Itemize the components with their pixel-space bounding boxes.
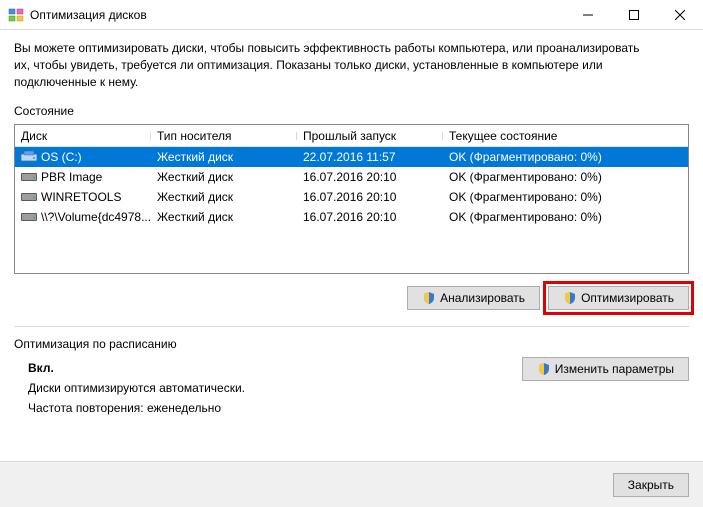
cell-last-run: 16.07.2016 20:10	[297, 170, 443, 184]
drive-table: Диск Тип носителя Прошлый запуск Текущее…	[14, 124, 689, 274]
optimize-button[interactable]: Оптимизировать	[548, 286, 689, 310]
table-header: Диск Тип носителя Прошлый запуск Текущее…	[15, 125, 688, 147]
cell-last-run: 16.07.2016 20:10	[297, 210, 443, 224]
app-icon	[8, 7, 24, 23]
status-section-label: Состояние	[14, 104, 689, 118]
cell-status: OK (Фрагментировано: 0%)	[443, 210, 688, 224]
table-row[interactable]: PBR Image Жесткий диск16.07.2016 20:10OK …	[15, 167, 688, 187]
shield-icon	[563, 291, 577, 305]
change-params-button[interactable]: Изменить параметры	[522, 357, 689, 381]
cell-disk: PBR Image	[15, 170, 151, 184]
schedule-freq: Частота повторения: еженедельно	[28, 401, 245, 415]
schedule-info: Вкл. Диски оптимизируются автоматически.…	[14, 361, 245, 421]
hdd-icon	[21, 211, 37, 223]
bottom-bar: Закрыть	[0, 461, 703, 507]
hdd-icon	[21, 191, 37, 203]
minimize-button[interactable]	[565, 0, 611, 29]
intro-text: Вы можете оптимизировать диски, чтобы по…	[14, 40, 689, 90]
shield-icon	[422, 291, 436, 305]
shield-icon	[537, 362, 551, 376]
column-media[interactable]: Тип носителя	[151, 129, 297, 143]
table-row[interactable]: \\?\Volume{dc4978...Жесткий диск16.07.20…	[15, 207, 688, 227]
maximize-button[interactable]	[611, 0, 657, 29]
os-drive-icon	[21, 151, 37, 163]
column-disk[interactable]: Диск	[15, 129, 151, 143]
disk-name: WINRETOOLS	[41, 190, 121, 204]
intro-line: Вы можете оптимизировать диски, чтобы по…	[14, 40, 689, 57]
titlebar: Оптимизация дисков	[0, 0, 703, 30]
hdd-icon	[21, 171, 37, 183]
cell-disk: WINRETOOLS	[15, 190, 151, 204]
table-row[interactable]: OS (C:) Жесткий диск22.07.2016 11:57OK (Ф…	[15, 147, 688, 167]
column-last-run[interactable]: Прошлый запуск	[297, 129, 443, 143]
change-params-label: Изменить параметры	[555, 362, 674, 376]
cell-media: Жесткий диск	[151, 190, 297, 204]
schedule-desc: Диски оптимизируются автоматически.	[28, 381, 245, 395]
window-title: Оптимизация дисков	[30, 8, 565, 22]
cell-last-run: 22.07.2016 11:57	[297, 150, 443, 164]
cell-last-run: 16.07.2016 20:10	[297, 190, 443, 204]
analyze-button-label: Анализировать	[440, 291, 525, 305]
cell-status: OK (Фрагментировано: 0%)	[443, 170, 688, 184]
cell-disk: OS (C:)	[15, 150, 151, 164]
close-button[interactable]	[657, 0, 703, 29]
cell-disk: \\?\Volume{dc4978...	[15, 210, 151, 224]
table-row[interactable]: WINRETOOLS Жесткий диск16.07.2016 20:10OK…	[15, 187, 688, 207]
divider	[14, 326, 689, 327]
cell-media: Жесткий диск	[151, 150, 297, 164]
schedule-section-label: Оптимизация по расписанию	[14, 337, 689, 351]
cell-status: OK (Фрагментировано: 0%)	[443, 150, 688, 164]
close-button-label: Закрыть	[628, 478, 674, 492]
disk-name: PBR Image	[41, 170, 102, 184]
column-status[interactable]: Текущее состояние	[443, 129, 688, 143]
window-controls	[565, 0, 703, 29]
schedule-state: Вкл.	[28, 361, 245, 375]
cell-status: OK (Фрагментировано: 0%)	[443, 190, 688, 204]
close-dialog-button[interactable]: Закрыть	[613, 473, 689, 497]
disk-name: OS (C:)	[41, 150, 82, 164]
optimize-button-label: Оптимизировать	[581, 291, 674, 305]
intro-line: их, чтобы увидеть, требуется ли оптимиза…	[14, 57, 689, 74]
cell-media: Жесткий диск	[151, 210, 297, 224]
disk-name: \\?\Volume{dc4978...	[41, 210, 151, 224]
cell-media: Жесткий диск	[151, 170, 297, 184]
intro-line: подключенные к нему.	[14, 74, 689, 91]
analyze-button[interactable]: Анализировать	[407, 286, 540, 310]
